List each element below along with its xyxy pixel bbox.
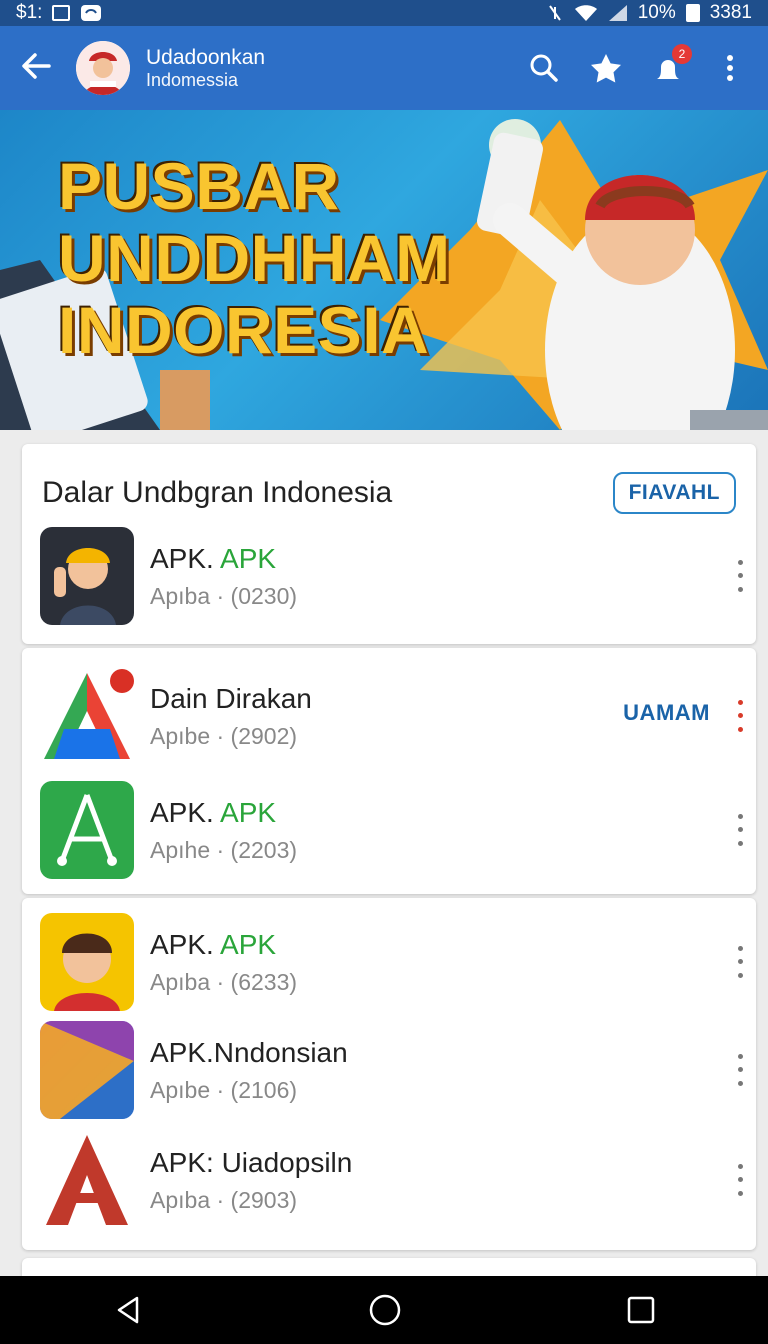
back-arrow-icon[interactable] [14,49,58,88]
status-time: 3381 [709,2,752,23]
battery-icon [685,4,700,22]
list-item[interactable]: APK. APK Apıba · (0230) [40,526,743,626]
banner-title: PUSBAR UNDDHHAM INDORESIA [58,150,498,366]
more-vert-icon[interactable] [734,1050,746,1090]
more-vert-icon[interactable] [734,942,746,982]
nfc-icon [548,5,561,21]
app-name: APK. APK [150,543,297,575]
list-item[interactable]: APK.Nndonsian Apıbe · (2106) [40,1020,743,1120]
status-left: $1: [16,2,102,24]
section-card: APK. APK Apıba · (6233) APK.Nndonsian Ap… [22,898,756,1250]
status-left-text: $1: [16,2,43,23]
app-subtitle: Apıhe · (2203) [150,836,298,863]
more-vert-icon[interactable] [734,696,746,736]
install-button[interactable]: UAMAM [623,700,710,726]
app-name: APK.Nndonsian [150,1036,348,1068]
status-bar: $1: 10% 3381 [0,0,768,26]
app-icon [40,1021,134,1119]
app-name-prefix: APK. [150,542,214,574]
app-bar: Udadoonkan Indomessia 2 [0,26,768,110]
app-icon [40,527,134,625]
promo-banner[interactable]: PUSBAR UNDDHHAM INDORESIA [0,110,768,430]
list-item-text: Dain Dirakan Apıbe · (2902) [150,683,312,750]
banner-line: PUSBAR [58,149,340,223]
status-right: 10% 3381 [546,2,752,24]
app-subtitle: Apıbe · (2902) [150,722,298,749]
list-item[interactable]: APK: Uiadopsiln Apıba · (2903) [40,1130,743,1230]
app-title: Udadoonkan [146,45,266,69]
section-card: Dalar Undbgran Indonesia FIAVAHL APK. AP… [22,444,756,644]
list-item-text: APK.Nndonsian Apıbe · (2106) [150,1037,348,1104]
sync-icon [81,5,102,21]
app-titles: Udadoonkan Indomessia [146,46,265,91]
more-vert-icon[interactable] [734,556,746,596]
star-icon[interactable] [588,50,624,86]
app-name: APK. APK [150,797,297,829]
nav-recents-icon[interactable] [627,1296,655,1324]
more-vert-icon[interactable] [712,50,748,86]
app-name-suffix: APK [220,542,277,574]
app-icon [40,781,134,879]
app-name: APK. APK [150,929,297,961]
signal-icon [608,5,627,21]
app-name-suffix: APK [220,928,277,960]
avatar[interactable] [76,41,130,95]
section-action-button[interactable]: FIAVAHL [612,472,736,514]
list-item[interactable]: APK. APK Apıba · (6233) [40,912,743,1012]
app-subtitle: Apıba · (0230) [150,582,298,609]
wifi-icon [574,5,597,21]
list-item[interactable]: Dain Dirakan Apıbe · (2902) UAMAM [40,666,743,766]
banner-line: UNDDHHAM [58,221,451,295]
more-vert-icon[interactable] [734,1160,746,1200]
nav-back-icon[interactable] [113,1295,143,1325]
list-item-text: APK. APK Apıba · (6233) [150,929,297,996]
more-vert-icon[interactable] [734,810,746,850]
app-subtitle: Indomessia [146,69,239,90]
system-nav-bar [0,1276,768,1344]
app-subtitle: Apıba · (6233) [150,968,298,995]
gallery-icon [52,5,71,21]
app-name: Dain Dirakan [150,682,312,714]
nav-home-icon[interactable] [368,1293,402,1327]
app-icon [40,1131,134,1229]
list-item[interactable]: APK. APK Apıhe · (2203) [40,780,743,880]
banner-line: INDORESIA [58,293,430,367]
section-header: Dalar Undbgran Indonesia FIAVAHL [22,444,756,522]
list-item-text: APK: Uiadopsiln Apıba · (2903) [150,1147,352,1214]
app-name-suffix: APK [220,796,277,828]
app-subtitle: Apıba · (2903) [150,1186,298,1213]
app-icon [40,667,134,765]
list-item-text: APK. APK Apıba · (0230) [150,543,297,610]
list-item-text: APK. APK Apıhe · (2203) [150,797,297,864]
app-name-prefix: APK. [150,928,214,960]
app-name: APK: Uiadopsiln [150,1146,353,1178]
battery-percent: 10% [637,2,676,23]
app-icon [40,913,134,1011]
section-card: Dain Dirakan Apıbe · (2902) UAMAM APK. A… [22,648,756,894]
section-title: Dalar Undbgran Indonesia [42,476,393,509]
app-name-prefix: APK. [150,796,214,828]
notifications-icon[interactable]: 2 [650,44,692,86]
app-subtitle: Apıbe · (2106) [150,1076,298,1103]
notification-badge: 2 [672,44,692,64]
search-icon[interactable] [526,50,562,86]
app-actions: 2 [526,44,754,86]
